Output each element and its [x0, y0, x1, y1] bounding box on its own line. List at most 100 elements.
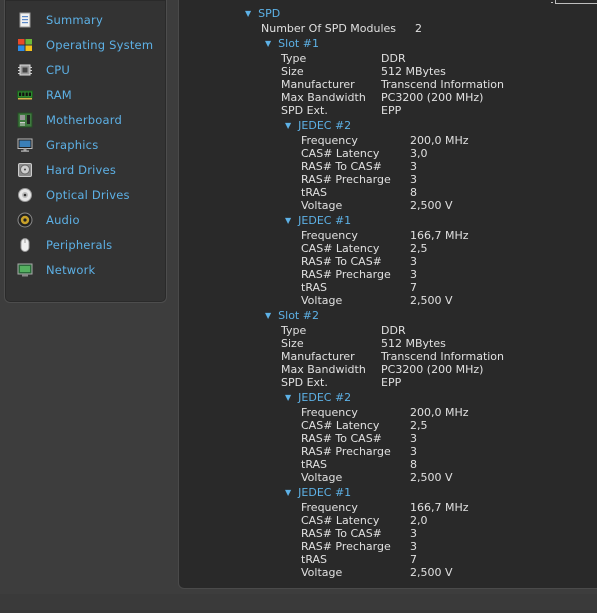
property-row: RAS# To CAS# 3	[301, 255, 417, 268]
property-key: Frequency	[301, 229, 358, 242]
property-row: Voltage 2,500 V	[301, 199, 453, 212]
property-value: 8	[410, 186, 417, 199]
property-key: Type	[281, 52, 307, 65]
property-row: Manufacturer Transcend Information	[281, 78, 504, 91]
sidebar-item-cpu[interactable]: CPU	[17, 60, 70, 80]
sidebar-item-ram[interactable]: RAM	[17, 85, 72, 105]
property-value: Transcend Information	[381, 350, 505, 363]
property-row: Size 512 MBytes	[281, 65, 446, 78]
property-key: Manufacturer	[281, 350, 355, 363]
property-row: Frequency 200,0 MHz	[301, 406, 469, 419]
caret-down-icon: ▼	[285, 121, 292, 130]
property-row: Frequency 200,0 MHz	[301, 134, 469, 147]
tree-node-jedec[interactable]: ▼ JEDEC #2	[285, 391, 351, 404]
sidebar-item-label: Operating System	[46, 38, 154, 52]
property-key: RAS# Precharge	[301, 173, 391, 186]
property-value: 200,0 MHz	[410, 134, 469, 147]
property-row: Voltage 2,500 V	[301, 566, 453, 579]
property-value: 3,0	[410, 147, 428, 160]
sidebar-item-label: Motherboard	[46, 113, 122, 127]
property-key: RAS# To CAS#	[301, 255, 382, 268]
node-label: JEDEC #1	[298, 214, 352, 227]
property-row: CAS# Latency 2,5	[301, 419, 428, 432]
details-panel: ▼ SPD Number Of SPD Modules 2 ▼ Slot #1 Ty…	[178, 0, 597, 589]
property-value: 2,500 V	[410, 199, 453, 212]
property-value: 3	[410, 527, 417, 540]
node-label: JEDEC #2	[298, 391, 352, 404]
property-row: tRAS 7	[301, 553, 417, 566]
property-value: 2,500 V	[410, 294, 453, 307]
property-key: Number Of SPD Modules	[261, 22, 397, 35]
caret-down-icon: ▼	[245, 9, 252, 18]
property-row: SPD Ext. EPP	[281, 104, 401, 117]
property-row: Manufacturer Transcend Information	[281, 350, 504, 363]
property-row: CAS# Latency 2,5	[301, 242, 428, 255]
property-row: Max Bandwidth PC3200 (200 MHz)	[281, 363, 483, 376]
sidebar-item-summary[interactable]: Summary	[17, 10, 103, 30]
sidebar-item-hard-drives[interactable]: Hard Drives	[17, 160, 116, 180]
windows-logo-icon	[17, 37, 33, 53]
property-key: tRAS	[301, 281, 328, 294]
sidebar-item-label: Peripherals	[46, 238, 113, 252]
property-row: Voltage 2,500 V	[301, 294, 453, 307]
property-value: 512 MBytes	[381, 337, 446, 350]
tree-node-jedec[interactable]: ▼ JEDEC #1	[285, 486, 351, 499]
divider	[555, 0, 597, 4]
property-key: Manufacturer	[281, 78, 355, 91]
property-key: Voltage	[301, 199, 343, 212]
property-key: Frequency	[301, 134, 358, 147]
property-row: Max Bandwidth PC3200 (200 MHz)	[281, 91, 483, 104]
cpu-chip-icon	[17, 62, 33, 78]
tree-node-jedec[interactable]: ▼ JEDEC #2	[285, 119, 351, 132]
sidebar-item-label: CPU	[46, 63, 70, 77]
property-value: PC3200 (200 MHz)	[381, 91, 484, 104]
property-key: Voltage	[301, 471, 343, 484]
property-row: tRAS 8	[301, 186, 417, 199]
property-value: 2,0	[410, 514, 428, 527]
node-label: SPD	[258, 7, 281, 20]
property-key: Max Bandwidth	[281, 91, 366, 104]
sidebar-item-label: Network	[46, 263, 96, 277]
property-row: Number Of SPD Modules 2	[261, 22, 422, 35]
property-value: 166,7 MHz	[410, 229, 469, 242]
property-value: 512 MBytes	[381, 65, 446, 78]
sidebar-item-graphics[interactable]: Graphics	[17, 135, 98, 155]
caret-down-icon: ▼	[265, 39, 272, 48]
property-value: EPP	[381, 376, 402, 389]
sidebar-item-operating-system[interactable]: Operating System	[17, 35, 153, 55]
property-row: RAS# Precharge 3	[301, 268, 417, 281]
property-key: CAS# Latency	[301, 419, 380, 432]
property-row: CAS# Latency 3,0	[301, 147, 428, 160]
property-row: tRAS 8	[301, 458, 417, 471]
sidebar-item-audio[interactable]: Audio	[17, 210, 80, 230]
sidebar-item-network[interactable]: Network	[17, 260, 95, 280]
property-value: EPP	[381, 104, 402, 117]
property-row: tRAS 7	[301, 281, 417, 294]
sidebar-item-label: RAM	[46, 88, 72, 102]
property-key: CAS# Latency	[301, 242, 380, 255]
caret-down-icon: ▼	[285, 488, 292, 497]
node-label: Slot #2	[278, 309, 319, 322]
node-label: Slot #1	[278, 37, 319, 50]
property-row: RAS# To CAS# 3	[301, 527, 417, 540]
property-key: Type	[281, 324, 307, 337]
sidebar-item-optical-drives[interactable]: Optical Drives	[17, 185, 130, 205]
ram-module-icon	[17, 87, 33, 103]
tree-node-slot-2[interactable]: ▼ Slot #2	[265, 309, 319, 322]
tree-node-jedec[interactable]: ▼ JEDEC #1	[285, 214, 351, 227]
property-row: SPD Ext. EPP	[281, 376, 401, 389]
property-key: RAS# Precharge	[301, 445, 391, 458]
property-row: Frequency 166,7 MHz	[301, 501, 469, 514]
tree-node-spd[interactable]: ▼ SPD	[245, 7, 280, 20]
sidebar-item-label: Hard Drives	[46, 163, 117, 177]
property-value: 3	[410, 173, 417, 186]
property-value: DDR	[381, 52, 406, 65]
sidebar-item-label: Optical Drives	[46, 188, 130, 202]
property-key: Voltage	[301, 294, 343, 307]
tree-node-slot-1[interactable]: ▼ Slot #1	[265, 37, 319, 50]
property-key: tRAS	[301, 458, 328, 471]
sidebar-item-motherboard[interactable]: Motherboard	[17, 110, 122, 130]
property-value: 2,5	[410, 419, 428, 432]
property-value: 3	[410, 268, 417, 281]
sidebar-item-peripherals[interactable]: Peripherals	[17, 235, 112, 255]
